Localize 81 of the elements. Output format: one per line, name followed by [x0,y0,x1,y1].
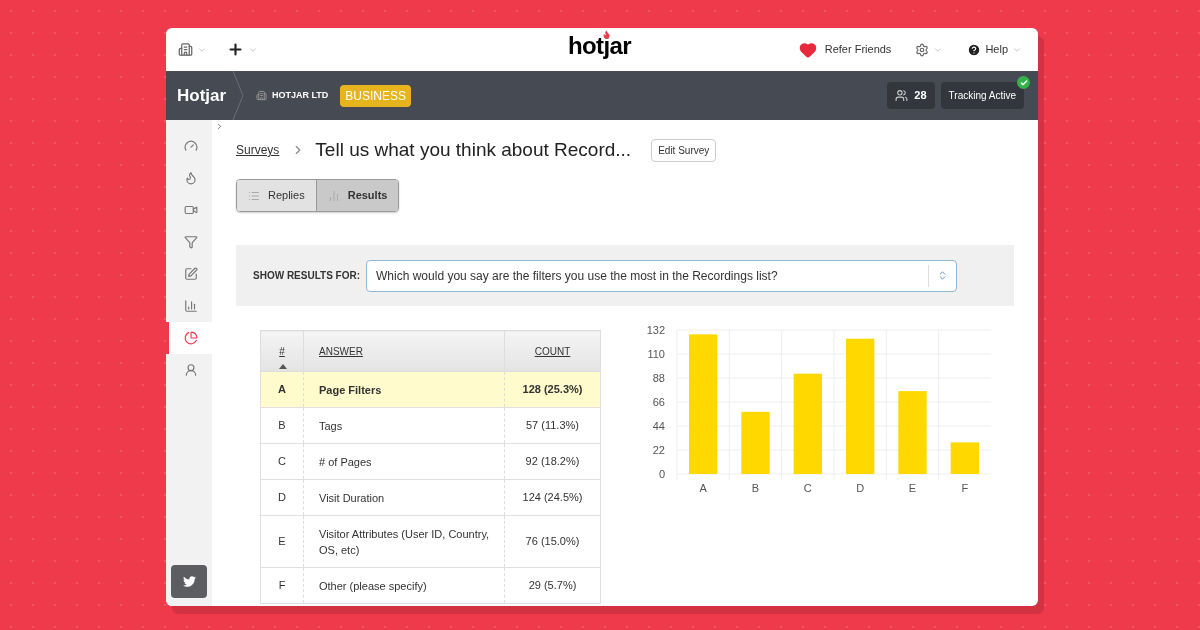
axis-tick-label: 44 [652,420,665,432]
visitors-counter[interactable]: 28 [887,82,935,109]
heart-icon [798,40,817,59]
bar-chart-icon [183,299,198,313]
refer-friends-link[interactable]: Refer Friends [798,40,892,59]
list-icon [248,189,260,202]
axis-tick-label: 66 [652,396,665,408]
table-cell: 29 (5.7%) [504,567,601,604]
axis-tick-label: 0 [658,468,665,480]
table-cell: D [260,479,304,516]
edit-survey-button[interactable]: Edit Survey [651,138,717,162]
funnel-icon [183,235,198,249]
view-tab[interactable]: Replies [237,180,316,211]
video-camera-icon [183,203,198,217]
table-cell: 124 (24.5%) [504,479,601,516]
table-cell: B [260,407,304,444]
axis-tick-label: C [803,482,812,494]
surveys-link[interactable]: Surveys [236,141,280,159]
axis-tick-label: 132 [646,324,665,336]
bar-chart-icon [327,189,340,202]
table-row[interactable]: F Other (please specify) 29 (5.7%) [260,567,601,604]
axis-tick-label: B [751,482,760,494]
bird-icon [182,575,196,588]
logo[interactable]: hotjar [568,34,632,58]
plan-badge: BUSINESS [340,84,412,107]
expand-icon[interactable] [215,122,224,131]
building-icon [256,90,267,101]
chevron-divider-icon [232,71,244,120]
building-icon[interactable] [178,42,193,57]
column-header[interactable]: ANSWER [303,330,505,372]
question-select[interactable]: Which would you say are the filters you use the most in the Recordings list? [366,259,957,292]
table-cell: # of Pages [303,443,505,480]
axis-tick-label: 110 [647,348,665,360]
gauge-icon [183,139,198,153]
pie-chart-icon [183,331,198,345]
table-cell: 57 (11.3%) [504,407,601,444]
table-cell: Tags [303,407,505,444]
brand-name[interactable]: Hotjar [166,82,228,109]
table-cell: Visitor Attributes (User ID, Country, OS, etc) [303,515,505,568]
column-header[interactable]: COUNT [504,330,601,372]
table-cell: 92 (18.2%) [504,443,601,480]
table-row[interactable]: B Tags 57 (11.3%) [260,407,601,444]
user-icon [183,363,198,377]
tracking-status-button[interactable]: Tracking Active [940,82,1024,109]
table-cell: C [260,443,304,480]
table-row[interactable]: D Visit Duration 124 (24.5%) [260,479,601,516]
table-cell: A [260,371,304,408]
sort-arrow-icon [279,364,287,369]
twitter-button[interactable] [171,565,207,598]
page-title: Tell us what you think about Record... [315,137,632,162]
axis-tick-label: 88 [652,372,665,384]
table-cell: E [260,515,304,568]
table-row[interactable]: E Visitor Attributes (User ID, Country, OS, etc) 76 (15.0%) [260,515,601,568]
table-row[interactable]: C # of Pages 92 (18.2%) [260,443,601,480]
axis-tick-label: E [908,482,917,494]
help-icon [967,42,982,57]
settings-icon[interactable] [915,42,930,57]
axis-tick-label: D [856,482,865,494]
axis-tick-label: F [961,482,969,494]
filter-label: SHOW RESULTS FOR: [253,269,361,283]
plus-icon[interactable] [227,41,244,58]
chart-bar [950,442,979,474]
view-tab[interactable]: Results [315,180,399,211]
table-cell: Visit Duration [303,479,505,516]
axis-tick-label: A [699,482,707,494]
select-arrows-icon [937,270,948,281]
table-cell: 76 (15.0%) [504,515,601,568]
flame-icon [183,171,198,185]
chart-bar [741,411,770,474]
sidebar-item[interactable] [166,322,212,354]
table-cell: Other (please specify) [303,567,505,604]
help-menu[interactable]: Help [967,41,1022,58]
table-cell: 128 (25.3%) [504,371,601,408]
organization-name[interactable]: HOTJAR LTD [272,88,329,103]
table-cell: F [260,567,304,604]
column-header[interactable]: # [260,330,304,372]
axis-tick-label: 22 [652,444,665,456]
table-cell: Page Filters [303,371,505,408]
users-icon [895,89,909,102]
edit-icon [183,267,198,281]
table-row[interactable]: A Page Filters 128 (25.3%) [260,371,601,408]
